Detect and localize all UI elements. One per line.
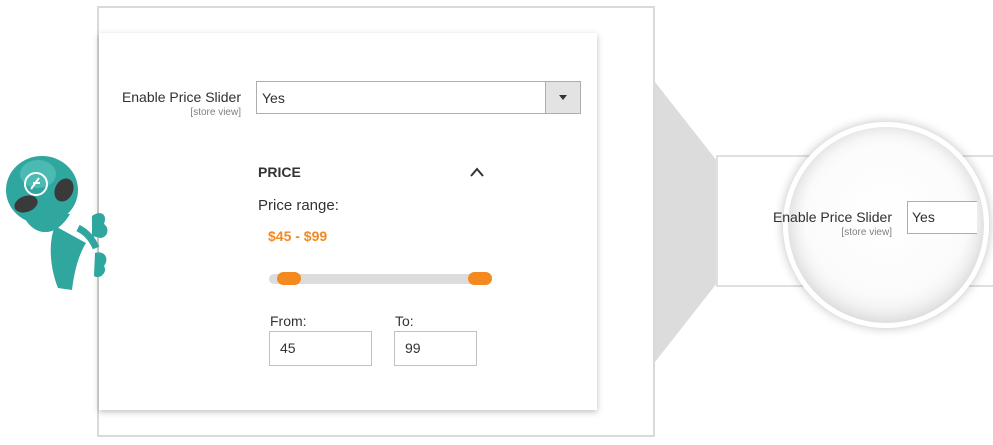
price-filter-title: PRICE [258,164,301,180]
to-label: To: [395,313,414,329]
zoom-scope-label: [store view] [841,227,892,238]
price-range-label: Price range: [258,197,339,214]
caret-down-icon [559,95,567,100]
slider-handle-max[interactable] [468,272,492,285]
enable-price-slider-label: Enable Price Slider [121,89,241,105]
zoom-label: Enable Price Slider [772,209,892,225]
from-label: From: [270,313,307,329]
price-range-value: $45 - $99 [268,228,328,244]
select-value: Yes [262,89,285,106]
slider-handle-min[interactable] [277,272,301,285]
enable-price-slider-select[interactable]: Yes [256,81,581,114]
dropdown-toggle[interactable] [545,82,580,113]
alien-mascot-icon [6,156,108,290]
to-input[interactable]: 99 [394,331,477,366]
from-input[interactable]: 45 [269,331,372,366]
chevron-up-icon[interactable] [469,166,485,178]
scope-label: [store view] [190,107,241,118]
zoom-select: Yes [907,201,977,234]
price-slider-track[interactable] [269,274,492,284]
